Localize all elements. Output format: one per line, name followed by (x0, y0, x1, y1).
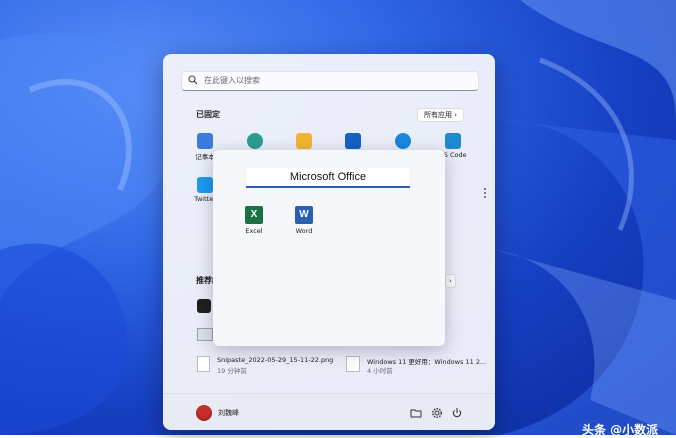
avatar[interactable] (196, 405, 212, 421)
pinned-title: 已固定 (196, 110, 220, 119)
chevron-right-icon: › (454, 111, 458, 119)
word-icon: W (295, 206, 313, 224)
recommended-item-time: 4 小时前 (367, 367, 393, 375)
recommended-thumbnail-icon[interactable] (197, 328, 213, 341)
search-icon (188, 75, 198, 85)
recommended-item-time: 19 分钟前 (217, 367, 247, 375)
media-player-icon (345, 133, 361, 149)
folder-name-input[interactable]: Microsoft Office (246, 168, 410, 188)
search-input[interactable]: 在此键入以搜索 (181, 71, 479, 91)
app-label: Word (295, 227, 313, 235)
start-footer: 刘魏峰 (163, 393, 495, 430)
document-file-icon (346, 356, 360, 372)
recommended-more-button[interactable]: › (445, 274, 456, 288)
search-placeholder: 在此键入以搜索 (204, 76, 260, 85)
pinned-item-file-explorer[interactable] (284, 133, 324, 151)
cortana-icon (395, 133, 411, 149)
gear-icon[interactable] (431, 407, 443, 419)
folder-icon[interactable] (410, 407, 422, 419)
folder-popup: Microsoft Office X Excel W Word (213, 150, 445, 346)
pinned-item-paint[interactable] (235, 133, 275, 151)
all-apps-label: 所有应用 (424, 111, 452, 119)
user-name[interactable]: 刘魏峰 (218, 408, 239, 418)
app-excel[interactable]: X Excel (236, 206, 272, 235)
watermark: 头条 @小数派 (582, 423, 659, 437)
pinned-page-dots[interactable] (484, 186, 488, 200)
chevron-right-icon: › (449, 277, 452, 285)
vscode-icon (445, 133, 461, 149)
recommended-item-title: Snipaste_2022-05-29_15-11-22.png (217, 356, 334, 364)
app-word[interactable]: W Word (286, 206, 322, 235)
start-menu: 在此键入以搜索 已固定 所有应用 › 记事本 VS Code Twitter 推… (163, 54, 495, 430)
pinned-item-media-player[interactable] (333, 133, 373, 151)
file-explorer-icon (296, 133, 312, 149)
twitter-icon (197, 177, 213, 193)
image-file-icon (197, 356, 210, 372)
excel-icon: X (245, 206, 263, 224)
recommended-app-icon[interactable] (197, 299, 211, 313)
pinned-item-cortana[interactable] (383, 133, 423, 151)
all-apps-button[interactable]: 所有应用 › (417, 108, 465, 122)
notepad-icon (197, 133, 213, 149)
power-icon[interactable] (451, 407, 463, 419)
app-label: Excel (245, 227, 263, 235)
paint-icon (247, 133, 263, 149)
